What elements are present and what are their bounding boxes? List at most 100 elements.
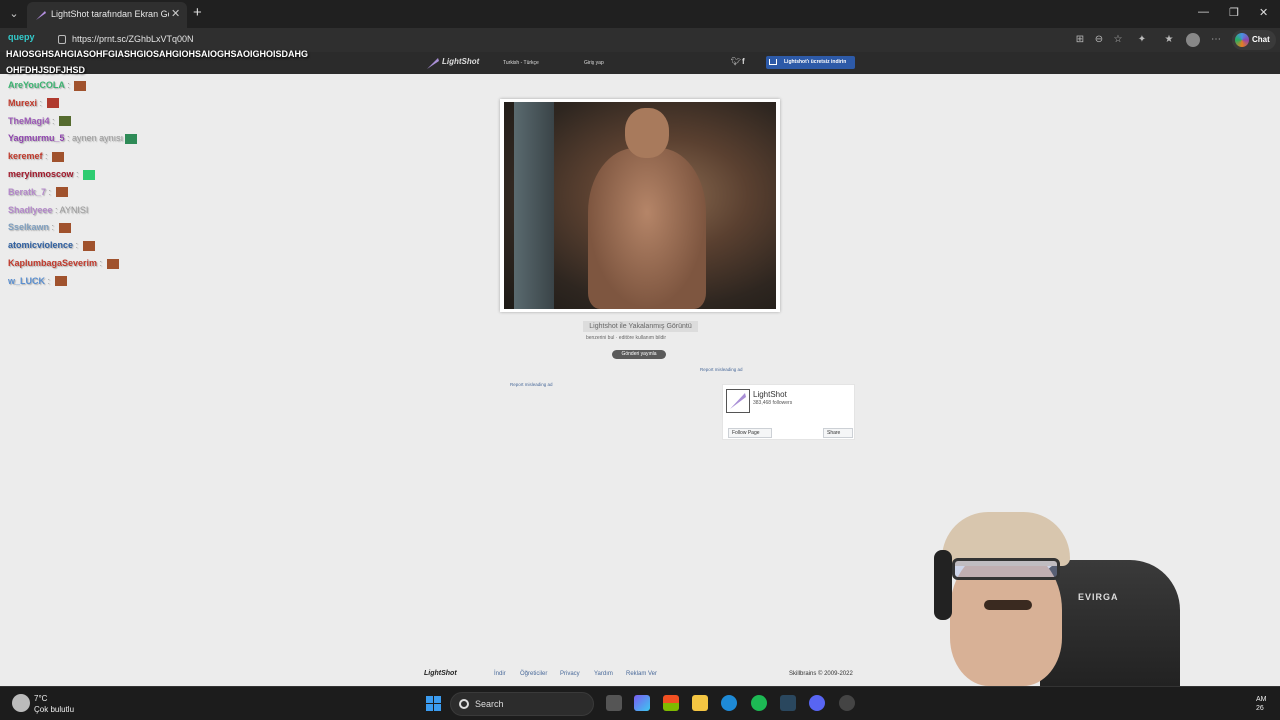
fb-share-button[interactable]: Share (823, 428, 853, 438)
site-logo[interactable]: LightShot (426, 55, 486, 71)
footer-link-download[interactable]: İndir (494, 671, 506, 677)
photo-figure-body (588, 148, 706, 309)
chat-message: Yagmurmu_5 : aynen aynısı (8, 133, 138, 145)
photo-figure-head (625, 108, 669, 158)
start-button[interactable] (426, 696, 441, 711)
restore-icon[interactable]: ❐ (1229, 6, 1239, 19)
store-icon[interactable] (663, 695, 679, 711)
copilot-icon[interactable] (634, 695, 650, 711)
chat-top-message: HAIOSGHSAHGIASOHFGIASHGIOSAHGIOHSAIOGHSA… (6, 46, 308, 78)
chat-username[interactable]: Shadlyeee (8, 205, 53, 215)
chat-message: AreYouCOLA : (8, 80, 87, 91)
search-label: Search (475, 699, 504, 709)
taskbar-search[interactable]: Search (450, 692, 594, 716)
mustache (984, 600, 1032, 610)
chat-username[interactable]: atomicviolence (8, 240, 73, 250)
chat-message: atomicviolence : (8, 240, 95, 251)
chat-username[interactable]: KaplumbagaSeverim (8, 258, 97, 268)
profile-avatar-icon[interactable] (1186, 33, 1200, 47)
chat-username[interactable]: keremef (8, 151, 43, 161)
footer-logo[interactable]: LightShot (424, 670, 457, 677)
chat-username[interactable]: w_LUCK (8, 276, 45, 286)
url-text[interactable]: https://prnt.sc/ZGhbLxVTq00N (72, 34, 194, 44)
footer-link-tutorials[interactable]: Öğreticiler (520, 671, 547, 677)
chat-username[interactable]: meryinmoscow (8, 169, 74, 179)
weather-description[interactable]: Çok bulutlu (34, 705, 74, 714)
language-select[interactable]: Turkish - Türkçe (503, 60, 539, 66)
favorites-icon[interactable]: ★ (1162, 33, 1176, 47)
chat-username[interactable]: Beratk_7 (8, 187, 46, 197)
footer-copyright: Skillbrains © 2009-2022 (789, 671, 853, 677)
weather-temperature[interactable]: 7°C (34, 694, 47, 703)
webcam-overlay: EVIRGA (920, 500, 1260, 686)
share-post-button[interactable]: Gönderi yayınla (612, 350, 666, 359)
screenshot-frame (500, 99, 780, 312)
chat-message: keremef : (8, 151, 65, 162)
chat-username[interactable]: TheMagi4 (8, 116, 50, 126)
download-icon (769, 59, 777, 65)
chat-message: Sselkawn : (8, 222, 71, 234)
browser-tab-bar: ⌄ LightShot tarafından Ekran Görüntüsü ✕… (0, 0, 1280, 28)
chat-separator: : (64, 80, 73, 90)
app-available-icon[interactable]: ⊞ (1073, 33, 1087, 47)
caption-subtitle[interactable]: benzerini bul · editöre kullanım bildir (586, 335, 666, 341)
tab-list-chevron-icon[interactable]: ⌄ (6, 6, 22, 22)
footer-link-help[interactable]: Yardım (594, 671, 613, 677)
chat-separator: : (42, 151, 51, 162)
chat-message: Shadlyeee : AYNISI (8, 205, 88, 215)
chat-username[interactable]: Sselkawn (8, 222, 49, 232)
glasses (952, 558, 1060, 580)
favorite-star-icon[interactable]: ☆ (1111, 33, 1125, 47)
chat-emote-icon (125, 134, 138, 145)
chat-separator: : (64, 133, 73, 144)
zoom-icon[interactable]: ⊖ (1092, 33, 1106, 47)
footer-link-privacy[interactable]: Privacy (560, 671, 580, 677)
clock-date: 26 (1256, 705, 1264, 712)
login-link[interactable]: Giriş yap (584, 60, 604, 66)
file-explorer-icon[interactable] (692, 695, 708, 711)
chat-username[interactable]: Murexi (8, 98, 37, 108)
chat-message: KaplumbagaSeverim : (8, 258, 119, 269)
steam-icon[interactable] (780, 695, 796, 711)
copilot-chat-button[interactable]: Chat (1232, 30, 1276, 50)
spotify-icon[interactable] (751, 695, 767, 711)
task-view-icon[interactable] (606, 695, 622, 711)
discord-icon[interactable] (809, 695, 825, 711)
lock-icon[interactable] (58, 35, 66, 44)
app-icon[interactable] (839, 695, 855, 711)
active-tab[interactable]: LightShot tarafından Ekran Görüntüsü ✕ (27, 2, 187, 28)
chat-separator: : (97, 258, 105, 268)
chat-separator: : (73, 240, 81, 251)
chat-username[interactable]: AreYouCOLA (8, 80, 65, 90)
chat-top-message-line: OHFDHJSDFJHSD (6, 65, 86, 75)
fb-followers: 383,468 followers (753, 400, 793, 406)
fb-page-thumbnail[interactable] (726, 389, 750, 413)
chat-top-username: quepy (8, 32, 35, 42)
facebook-icon[interactable]: f (742, 57, 745, 66)
window-close-icon[interactable]: ✕ (1259, 6, 1268, 19)
chat-emote-icon (54, 276, 67, 287)
footer-link-advertise[interactable]: Reklam Ver (626, 671, 657, 677)
new-tab-icon[interactable]: + (193, 4, 202, 21)
chat-message: w_LUCK : (8, 276, 67, 287)
chat-username[interactable]: Yagmurmu_5 (8, 133, 65, 143)
fb-page-name[interactable]: LightShot (753, 390, 787, 399)
minimize-icon[interactable]: — (1198, 6, 1209, 18)
chat-emote-icon (55, 187, 68, 198)
more-menu-icon[interactable]: ⋯ (1209, 33, 1223, 47)
weather-cloud-icon[interactable] (12, 694, 30, 712)
extensions-icon[interactable]: ✦ (1135, 33, 1149, 47)
chat-emote-icon (82, 240, 95, 251)
chat-emote-icon (74, 80, 87, 91)
fb-follow-button[interactable]: Follow Page (728, 428, 772, 438)
chat-separator: : (37, 97, 45, 108)
screenshot-image[interactable] (504, 102, 776, 309)
twitter-icon[interactable]: 🐦︎ (731, 57, 741, 66)
download-button[interactable]: Lightshot'ı ücretsiz indirin (766, 56, 855, 69)
chat-text: AYNISI (59, 204, 89, 215)
taskbar-clock[interactable]: AM 26 (1256, 695, 1267, 713)
report-ad-link[interactable]: Report misleading ad (700, 367, 743, 372)
tab-close-icon[interactable]: ✕ (171, 7, 180, 20)
edge-icon[interactable] (721, 695, 737, 711)
report-ad-link[interactable]: Report misleading ad (510, 382, 553, 387)
